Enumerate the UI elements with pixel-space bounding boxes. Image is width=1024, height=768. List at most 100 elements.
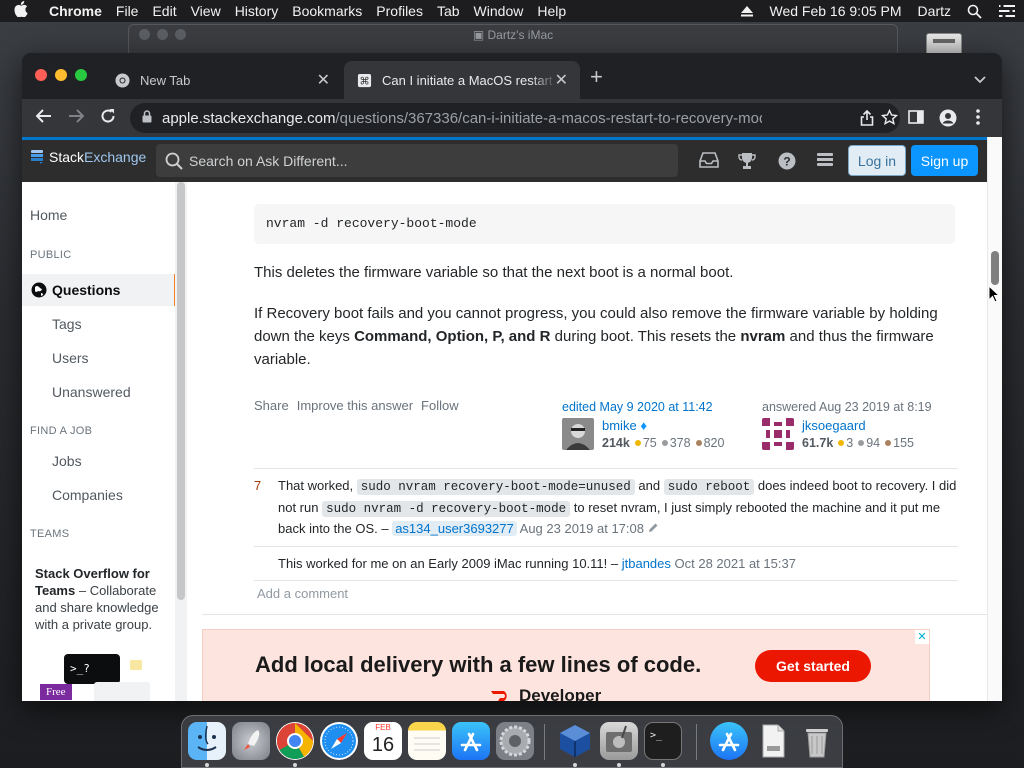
- sidebar-item-tags[interactable]: Tags: [52, 316, 82, 332]
- avatar[interactable]: [762, 418, 794, 450]
- back-arrow-icon[interactable]: [35, 108, 52, 129]
- forward-arrow-icon[interactable]: [68, 108, 85, 129]
- answer-paragraph-1: This deletes the firmware variable so th…: [254, 264, 734, 281]
- menu-bookmarks[interactable]: Bookmarks: [285, 3, 369, 19]
- tab-stackexchange[interactable]: ⌘ Can I initiate a MacOS restart to reco…: [344, 61, 580, 99]
- safari-icon[interactable]: [320, 722, 358, 760]
- chrome-menu-icon[interactable]: [976, 109, 980, 130]
- menu-history[interactable]: History: [228, 3, 286, 19]
- site-search-input[interactable]: Search on Ask Different...: [156, 144, 678, 177]
- background-window-title: ▣ Dartz's iMac: [472, 28, 554, 42]
- advertisement-banner[interactable]: Add local delivery with a few lines of c…: [202, 629, 930, 701]
- bookmark-star-icon[interactable]: [880, 108, 899, 130]
- app-store-downloads-icon[interactable]: [710, 722, 748, 760]
- sidebar-item-questions[interactable]: Questions: [22, 274, 177, 306]
- log-in-button[interactable]: Log in: [848, 145, 906, 176]
- profile-avatar-icon[interactable]: [939, 109, 957, 132]
- spotlight-search-icon[interactable]: [959, 4, 990, 19]
- user-link[interactable]: bmike ♦: [602, 418, 647, 433]
- share-link[interactable]: Share: [254, 398, 289, 413]
- ad-get-started-button[interactable]: Get started: [755, 650, 871, 682]
- page-scrollbar[interactable]: [987, 137, 1002, 701]
- notes-icon[interactable]: [408, 722, 446, 760]
- sign-up-button[interactable]: Sign up: [911, 145, 978, 176]
- tab-search-chevron-icon[interactable]: [974, 71, 986, 89]
- comment-user-link[interactable]: as134_user3693277: [392, 521, 517, 536]
- comment-user-link[interactable]: jtbandes: [622, 556, 671, 571]
- disk-utility-icon[interactable]: [600, 722, 638, 760]
- follow-link[interactable]: Follow: [421, 398, 459, 413]
- finder-icon[interactable]: [188, 722, 226, 760]
- comment-date[interactable]: Aug 23 2019 at 17:08: [520, 521, 644, 536]
- globe-icon: [31, 282, 47, 298]
- menubar-clock[interactable]: Wed Feb 16 9:05 PM: [762, 3, 910, 19]
- user-link[interactable]: jksoegaard: [802, 418, 866, 433]
- url-text: apple.stackexchange.com/questions/367336…: [162, 109, 762, 127]
- reload-icon[interactable]: [100, 108, 116, 129]
- improve-answer-link[interactable]: Improve this answer: [297, 398, 413, 413]
- tab-new-tab[interactable]: New Tab ✕: [102, 61, 342, 99]
- share-icon[interactable]: [860, 109, 874, 130]
- system-preferences-icon[interactable]: [496, 722, 534, 760]
- sidebar-scrollbar-thumb[interactable]: [177, 182, 185, 600]
- page-scrollbar-thumb[interactable]: [991, 251, 999, 285]
- apple-menu-icon[interactable]: [0, 1, 42, 21]
- chrome-icon[interactable]: [276, 722, 314, 760]
- site-switcher-icon[interactable]: [816, 152, 834, 173]
- menu-profiles[interactable]: Profiles: [369, 3, 430, 19]
- answer-content: nvram -d recovery-boot-mode This deletes…: [202, 182, 987, 701]
- trash-icon[interactable]: [798, 722, 836, 760]
- menu-edit[interactable]: Edit: [145, 3, 183, 19]
- site-topbar: Stack Exchange Search on Ask Different...…: [22, 137, 987, 182]
- avatar[interactable]: [562, 418, 594, 450]
- ad-headline: Add local delivery with a few lines of c…: [255, 652, 702, 677]
- minimize-window-button[interactable]: [55, 69, 67, 81]
- close-tab-icon[interactable]: ✕: [317, 70, 330, 90]
- sidebar-item-unanswered[interactable]: Unanswered: [52, 384, 131, 400]
- close-tab-icon[interactable]: ✕: [555, 70, 568, 90]
- menu-tab[interactable]: Tab: [430, 3, 467, 19]
- virtualbox-icon[interactable]: [556, 722, 594, 760]
- comment-score[interactable]: 7: [254, 476, 261, 496]
- terminal-icon[interactable]: >_: [644, 722, 682, 760]
- inbox-icon[interactable]: [699, 152, 719, 173]
- sidebar-item-jobs[interactable]: Jobs: [52, 453, 82, 469]
- menu-window[interactable]: Window: [467, 3, 531, 19]
- menu-view[interactable]: View: [184, 3, 228, 19]
- sidebar-item-home[interactable]: Home: [30, 207, 67, 223]
- launchpad-icon[interactable]: [232, 722, 270, 760]
- app-store-icon[interactable]: [452, 722, 490, 760]
- menu-app-name[interactable]: Chrome: [42, 3, 109, 19]
- lock-icon[interactable]: [142, 109, 152, 127]
- sidebar-scrollbar[interactable]: [175, 182, 187, 701]
- help-icon[interactable]: ?: [778, 152, 796, 175]
- eject-icon[interactable]: [732, 5, 762, 17]
- ad-close-icon[interactable]: ✕: [915, 630, 929, 644]
- edited-timestamp-link[interactable]: edited May 9 2020 at 11:42: [562, 400, 713, 414]
- menubar-user[interactable]: Dartz: [910, 3, 959, 19]
- tab-strip: New Tab ✕ ⌘ Can I initiate a MacOS resta…: [22, 53, 1002, 99]
- macos-menubar: Chrome File Edit View History Bookmarks …: [0, 0, 1024, 22]
- achievements-trophy-icon[interactable]: [738, 152, 756, 175]
- address-bar[interactable]: apple.stackexchange.com/questions/367336…: [130, 103, 900, 133]
- sidebar-heading-public: PUBLIC: [30, 249, 72, 261]
- close-window-button[interactable]: [35, 69, 47, 81]
- inline-code: sudo nvram recovery-boot-mode=unused: [356, 479, 635, 495]
- comment-date[interactable]: Oct 28 2021 at 15:37: [675, 556, 796, 571]
- teams-promo[interactable]: Stack Overflow for Teams – Collaborate a…: [35, 565, 170, 633]
- document-icon[interactable]: [754, 722, 792, 760]
- divider: [202, 614, 987, 615]
- add-comment-link[interactable]: Add a comment: [257, 586, 348, 601]
- new-tab-button[interactable]: +: [590, 66, 603, 88]
- macos-dock: FEB 16 >_: [181, 715, 843, 768]
- running-indicator: [573, 763, 577, 767]
- sidebar-item-companies[interactable]: Companies: [52, 487, 123, 503]
- calendar-icon[interactable]: FEB 16: [364, 722, 402, 760]
- sidebar-item-users[interactable]: Users: [52, 350, 89, 366]
- zoom-window-button[interactable]: [75, 69, 87, 81]
- side-panel-icon[interactable]: [908, 109, 924, 130]
- stackexchange-logo[interactable]: Stack Exchange: [31, 149, 146, 165]
- control-center-icon[interactable]: [990, 4, 1024, 18]
- menu-help[interactable]: Help: [530, 3, 573, 19]
- menu-file[interactable]: File: [109, 3, 146, 19]
